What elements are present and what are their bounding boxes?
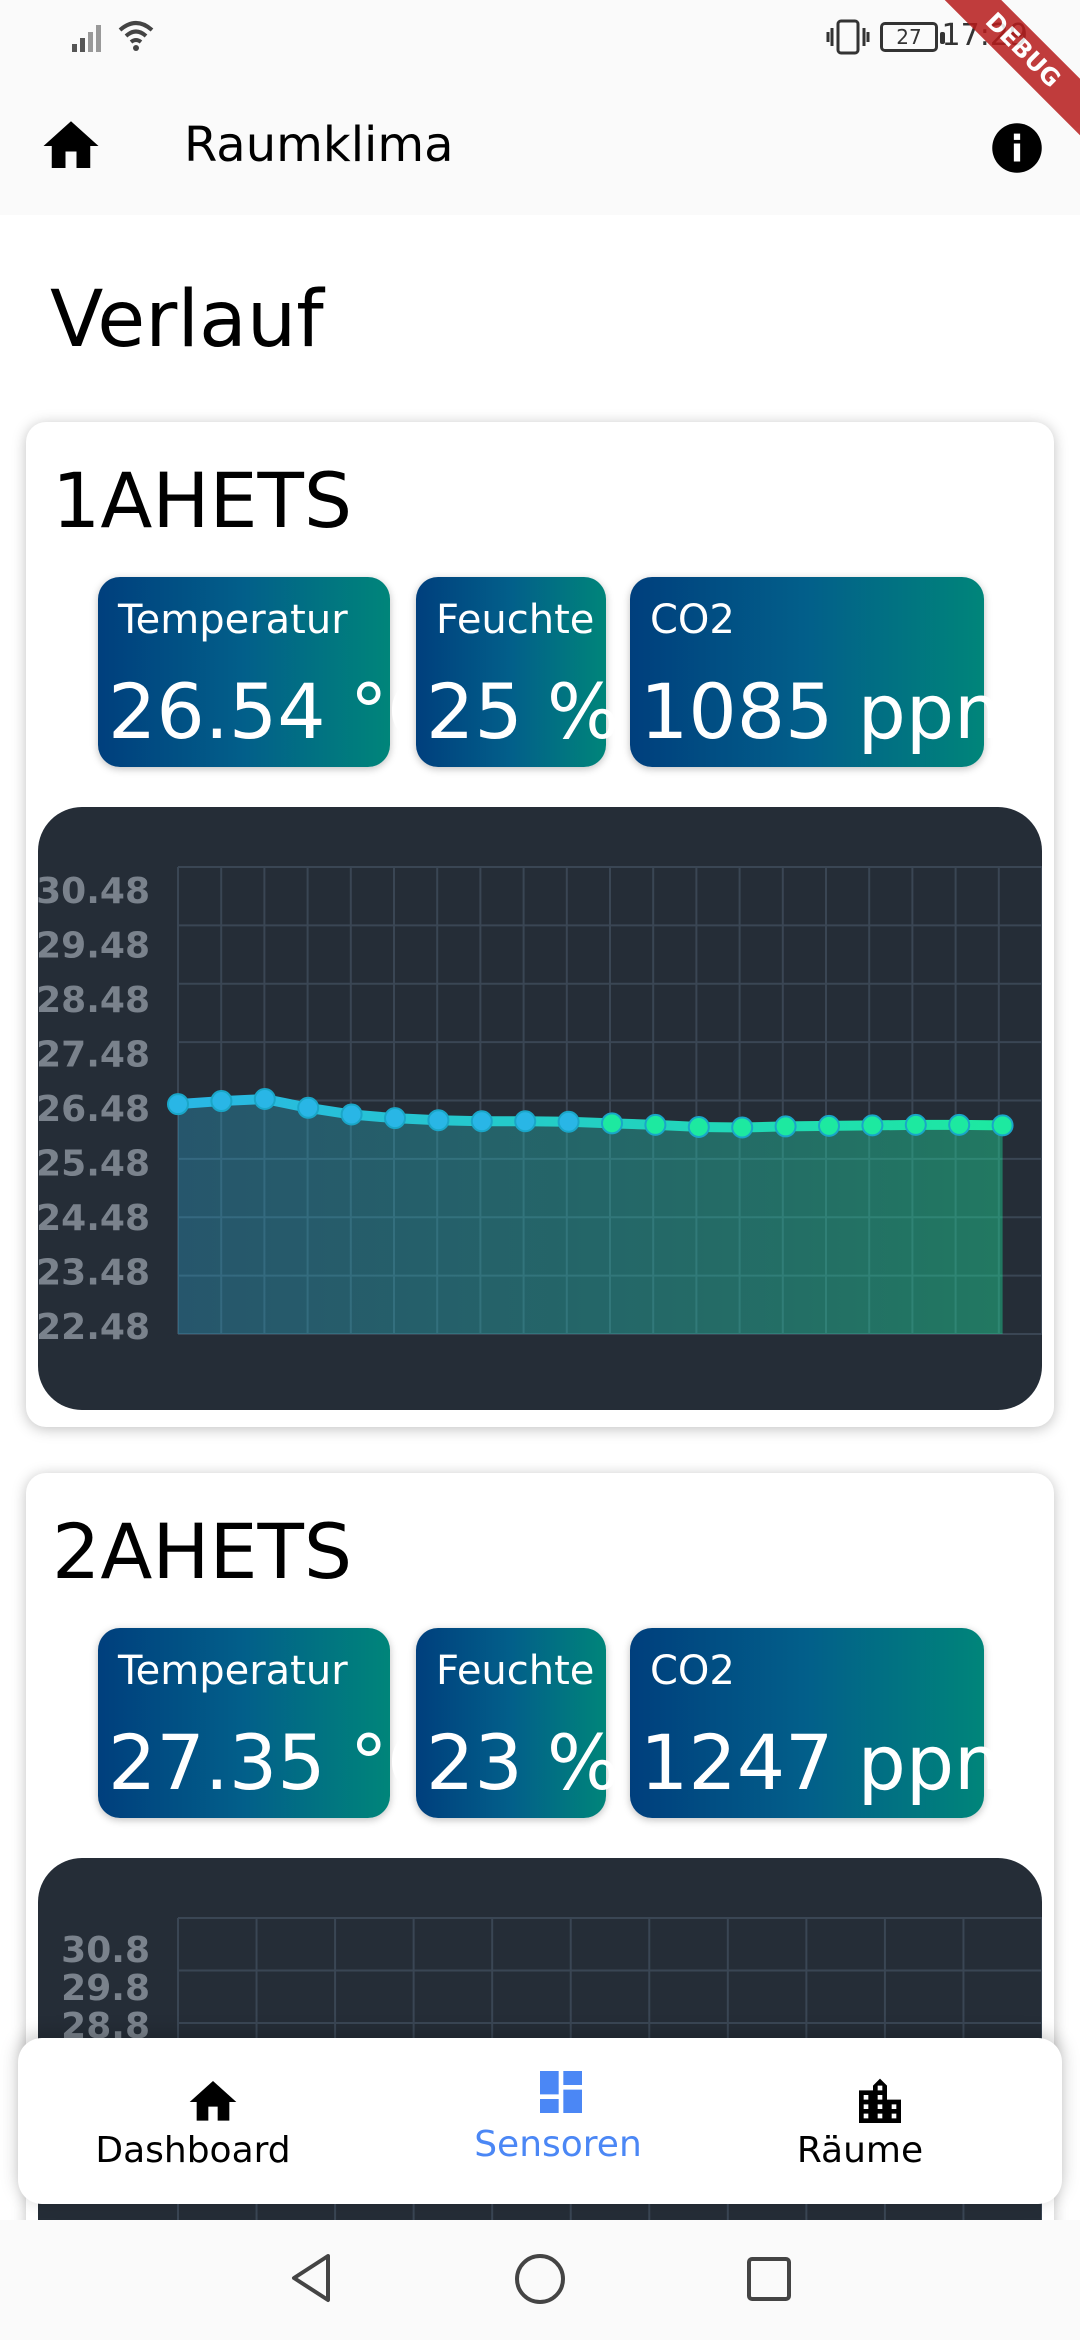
nav-label-dashboard: Dashboard <box>95 2130 291 2171</box>
data-point <box>210 1090 233 1113</box>
co2-label: CO2 <box>650 597 735 643</box>
humidity-tile: Feuchte 25 % <box>416 577 619 767</box>
home-icon[interactable] <box>38 113 104 179</box>
data-point <box>644 1113 667 1136</box>
humidity-value: 25 % <box>426 667 620 756</box>
nav-item-raeume[interactable]: Räume <box>690 2038 1080 2204</box>
temperature-tile: Temperatur 27.35 °C <box>98 1628 441 1818</box>
y-tick-label: 28.48 <box>38 980 150 1021</box>
back-icon[interactable] <box>286 2250 336 2306</box>
data-point <box>340 1103 363 1126</box>
temperature-chart-svg: 30.48 29.48 28.48 27.48 26.48 25.48 24.48 23.48… <box>38 866 1042 1348</box>
co2-value: 1247 ppm <box>640 1718 1029 1807</box>
recent-apps-icon[interactable] <box>744 2254 794 2304</box>
y-tick-label: 27.48 <box>38 1035 150 1076</box>
temperature-tile: Temperatur 26.54 °C <box>98 577 441 767</box>
scroll-content[interactable]: Verlauf 1AHETS Temperatur 26.54 °C Feuch… <box>0 215 1080 2340</box>
signal-icon <box>72 25 101 52</box>
data-point <box>384 1107 406 1130</box>
temperature-value: 26.54 °C <box>108 667 441 756</box>
home-icon <box>189 2081 237 2121</box>
room-name: 1AHETS <box>52 456 353 545</box>
info-icon[interactable] <box>990 121 1044 175</box>
y-tick-label: 29.48 <box>38 926 150 967</box>
y-tick-label: 23.48 <box>38 1253 150 1294</box>
building-icon <box>859 2078 901 2123</box>
y-tick-label: 30.8 <box>61 1930 150 1971</box>
data-point <box>687 1115 710 1138</box>
nav-label-raeume: Räume <box>796 2130 924 2171</box>
y-tick-label: 29.8 <box>61 1968 150 2009</box>
dashboard-icon <box>540 2071 582 2113</box>
data-point <box>297 1096 320 1119</box>
temperature-value: 27.35 °C <box>108 1718 441 1807</box>
wifi-icon <box>118 21 154 51</box>
y-tick-label: 30.48 <box>38 871 150 912</box>
y-tick-label: 25.48 <box>38 1144 150 1185</box>
data-point <box>514 1110 537 1133</box>
data-point <box>991 1114 1014 1137</box>
data-point <box>557 1110 580 1133</box>
data-point <box>948 1113 971 1136</box>
nav-item-dashboard[interactable]: Dashboard <box>18 2038 408 2204</box>
vibrate-icon <box>826 19 870 55</box>
humidity-tile: Feuchte 23 % <box>416 1628 619 1818</box>
room-name: 2AHETS <box>52 1507 353 1596</box>
co2-tile: CO2 1247 ppm <box>630 1628 1028 1818</box>
data-point <box>601 1112 623 1135</box>
status-bar: 27 17:29 <box>0 0 1080 75</box>
co2-value: 1085 ppm <box>640 667 1029 756</box>
data-point <box>774 1115 797 1138</box>
y-tick-label: 24.48 <box>38 1198 150 1239</box>
data-point <box>861 1114 884 1137</box>
humidity-label: Feuchte <box>436 597 595 643</box>
section-title: Verlauf <box>50 275 324 365</box>
data-point <box>427 1109 450 1132</box>
room-card-2ahets: 2AHETS Temperatur 27.35 °C Feuchte 23 % … <box>26 1473 1054 2340</box>
co2-label: CO2 <box>650 1648 735 1694</box>
data-point <box>253 1087 276 1110</box>
y-tick-label: 22.48 <box>38 1307 150 1348</box>
app-title: Raumklima <box>184 117 454 173</box>
data-point <box>904 1113 927 1136</box>
data-point <box>470 1110 493 1133</box>
temperature-chart[interactable]: 30.48 29.48 28.48 27.48 26.48 25.48 24.48 23.48… <box>38 807 1042 1410</box>
bottom-navigation: Dashboard Sensoren Räume <box>18 2038 1062 2204</box>
room-card-1ahets: 1AHETS Temperatur 26.54 °C Feuchte 25 % … <box>26 422 1054 1427</box>
humidity-label: Feuchte <box>436 1648 595 1694</box>
temperature-label: Temperatur <box>118 1648 348 1694</box>
system-navigation-bar <box>0 2220 1080 2340</box>
humidity-value: 23 % <box>426 1718 620 1807</box>
app-bar: Raumklima <box>0 75 1080 215</box>
battery-indicator: 27 <box>880 22 945 52</box>
y-tick-label: 26.48 <box>38 1089 150 1130</box>
data-point <box>167 1093 189 1116</box>
home-circle-icon[interactable] <box>513 2252 567 2306</box>
data-point <box>731 1116 754 1139</box>
data-point <box>818 1114 840 1137</box>
temperature-label: Temperatur <box>118 597 348 643</box>
co2-tile: CO2 1085 ppm <box>630 577 1028 767</box>
